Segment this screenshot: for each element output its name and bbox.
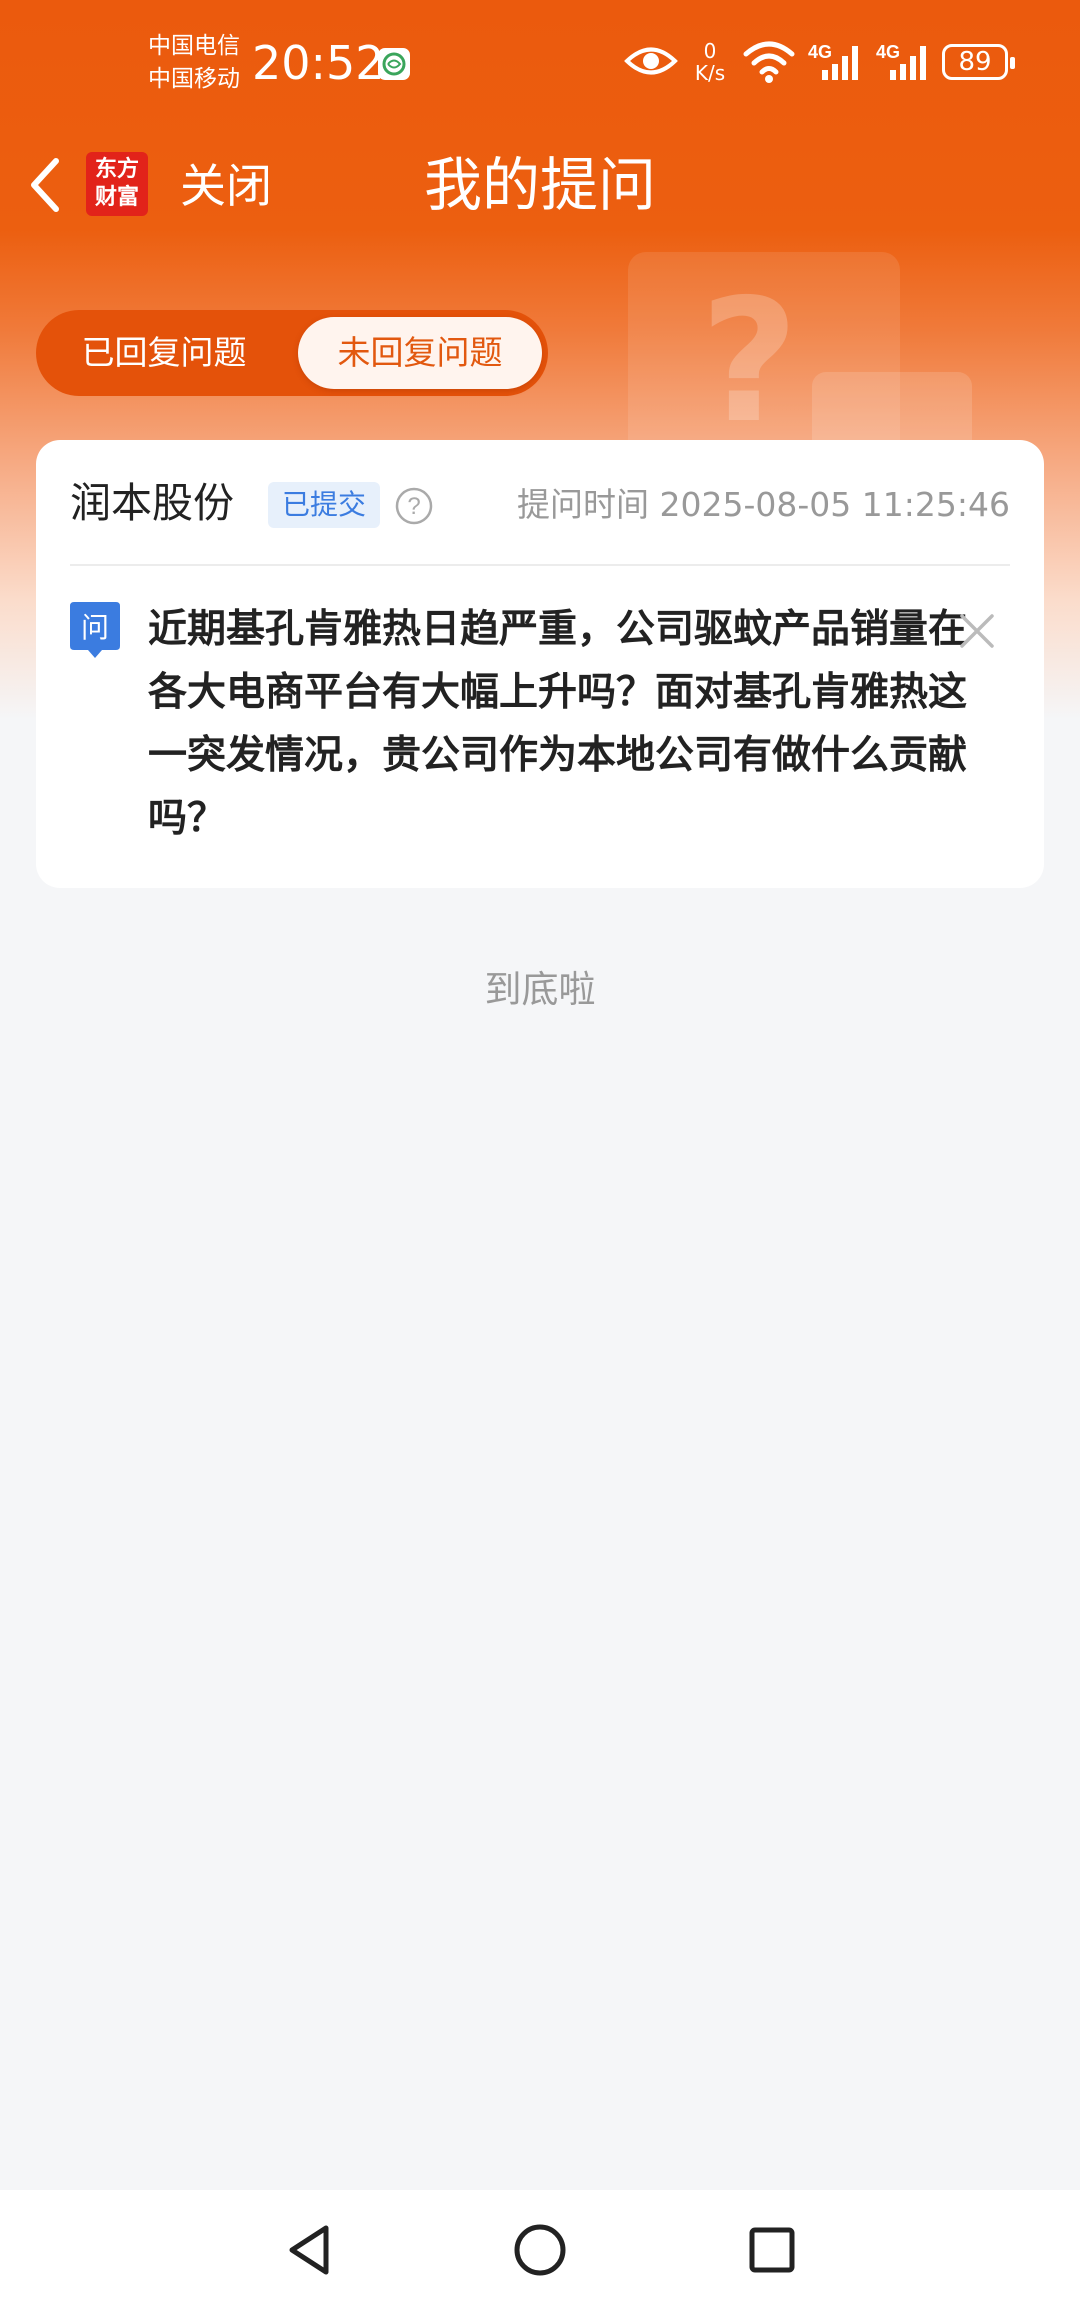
status-badge: 已提交: [268, 482, 381, 528]
page-title: 我的提问: [423, 151, 656, 219]
eye-comfort-icon: [624, 47, 678, 75]
app-notification-icon: [378, 48, 410, 80]
network-speed: 0 K/s: [694, 39, 726, 85]
tab-unreplied[interactable]: 未回复问题: [298, 317, 542, 389]
status-time: 20:52: [252, 36, 385, 90]
nav-home-icon[interactable]: [512, 2220, 568, 2280]
company-name: 润本股份: [70, 479, 234, 527]
ask-time: 提问时间 2025-08-05 11:25:46: [517, 485, 1010, 524]
question-tabs: 已回复问题 未回复问题: [36, 310, 548, 396]
carrier-2: 中国移动: [148, 66, 240, 92]
divider: [70, 564, 1010, 566]
tab-replied[interactable]: 已回复问题: [36, 310, 292, 396]
help-icon[interactable]: ?: [394, 486, 434, 526]
end-of-list-text: 到底啦: [484, 968, 596, 1011]
signal-4g-icon-2: 4G: [876, 42, 926, 80]
network-type-2-label: 4G: [876, 42, 900, 62]
question-badge-icon: 问: [70, 602, 120, 658]
question-mark-decoration: ?: [700, 263, 799, 461]
delete-icon[interactable]: [958, 612, 996, 650]
system-nav-bar: [0, 2190, 1080, 2310]
status-bar: 中国电信 中国移动 20:52 0 K/s 4G 4G 89: [0, 0, 1080, 130]
svg-text:?: ?: [407, 493, 420, 520]
network-type-1-label: 4G: [808, 42, 832, 62]
question-text: 近期基孔肯雅热日趋严重，公司驱蚊产品销量在各大电商平台有大幅上升吗？面对基孔肯雅…: [148, 607, 968, 841]
carrier-1: 中国电信: [148, 33, 240, 59]
battery-icon: 89: [942, 44, 1015, 80]
question-badge-label: 问: [81, 611, 109, 644]
carrier-info: 中国电信 中国移动: [148, 30, 240, 96]
nav-back-icon[interactable]: [282, 2220, 338, 2280]
wifi-icon: [743, 41, 795, 83]
nav-recent-apps-icon[interactable]: [744, 2220, 800, 2280]
signal-4g-icon: 4G: [808, 42, 858, 80]
question-card[interactable]: 润本股份 已提交 ? 提问时间 2025-08-05 11:25:46 问 近期…: [36, 440, 1044, 888]
